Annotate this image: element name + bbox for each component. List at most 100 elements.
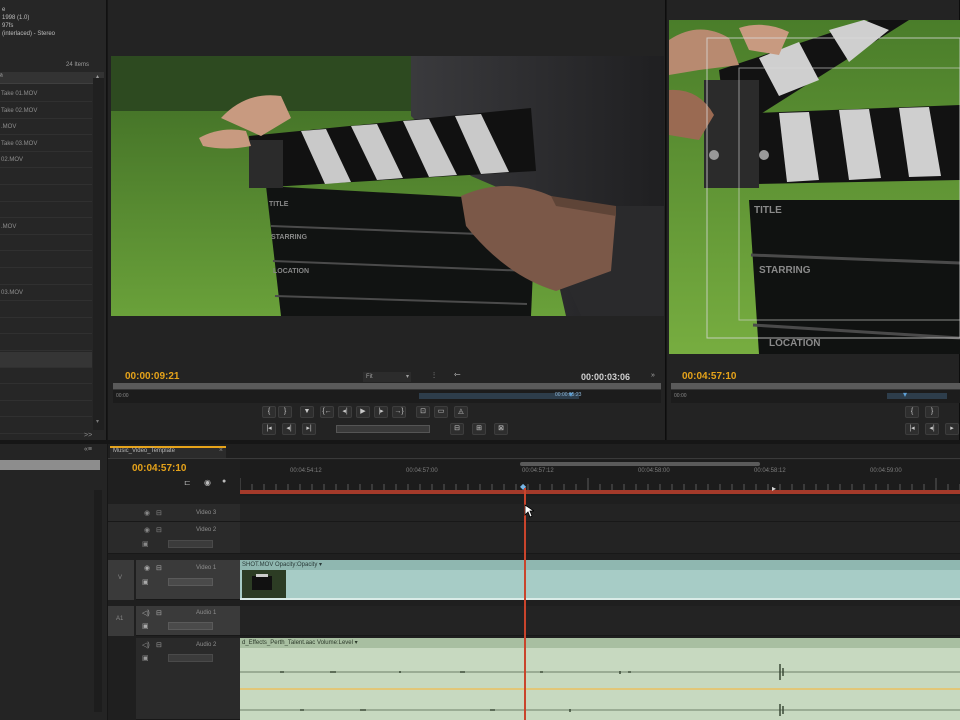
keyframe-nav[interactable] <box>168 540 213 548</box>
export-button[interactable]: ⊠ <box>494 423 508 435</box>
project-item[interactable] <box>0 318 92 335</box>
overwrite-button[interactable]: ⊞ <box>472 423 486 435</box>
step-forward-button[interactable]: |▸ <box>374 406 388 418</box>
program-timecode-current[interactable]: 00:04:57:10 <box>682 371 736 382</box>
project-item[interactable] <box>0 252 92 268</box>
timeline-timecode[interactable]: 00:04:57:10 <box>132 463 186 474</box>
project-item[interactable] <box>0 202 92 219</box>
safe-margins-button[interactable]: ▭ <box>434 406 448 418</box>
project-item[interactable] <box>0 418 92 434</box>
track-lane-video-2[interactable] <box>240 522 960 554</box>
project-item[interactable] <box>0 169 92 185</box>
speaker-icon[interactable]: ◁) <box>142 641 150 649</box>
panel-scrollbar[interactable] <box>94 490 102 712</box>
track-lane-audio-1[interactable] <box>240 606 960 636</box>
clip-audio-2[interactable]: d_Effects_Perth_Talent.aac Volume:Level … <box>240 638 960 720</box>
eye-icon[interactable]: ◉ <box>144 509 150 517</box>
mark-out-button[interactable]: } <box>925 406 939 418</box>
source-patch-a1[interactable]: A1 <box>108 606 134 636</box>
clip-header: d_Effects_Perth_Talent.aac Volume:Level … <box>240 638 960 648</box>
sync-lock-icon[interactable]: ⊟ <box>156 509 162 517</box>
timeline-ruler[interactable]: 00:04:54:12 00:04:57:00 00:04:57:12 00:04:5… <box>240 460 960 496</box>
jog-wheel[interactable] <box>336 425 430 433</box>
play-button[interactable]: ▶ <box>356 406 370 418</box>
project-item[interactable] <box>0 385 92 401</box>
lift-button[interactable]: |◂ <box>905 423 919 435</box>
go-to-out-button[interactable]: →} <box>392 406 406 418</box>
step-back-button[interactable]: ◂| <box>338 406 352 418</box>
in-out-range[interactable] <box>887 393 947 399</box>
eye-icon[interactable]: ◉ <box>144 564 150 572</box>
eye-icon[interactable]: ◉ <box>144 526 150 534</box>
project-item[interactable] <box>0 269 92 285</box>
panel-menu-icon[interactable]: «≡ <box>84 446 92 453</box>
add-marker-button[interactable]: ▼ <box>300 406 314 418</box>
tab-sequence[interactable]: Music_Video_Template × <box>110 446 226 458</box>
project-item[interactable]: Take 02.MOV <box>0 103 92 119</box>
source-fit-dropdown[interactable]: Fit ▾ <box>363 372 411 382</box>
project-item[interactable]: Take 03.MOV <box>0 136 92 152</box>
export-frame-button[interactable]: ◬ <box>454 406 468 418</box>
clip-video-1[interactable]: SHOT.MOV Opacity:Opacity ▾ <box>240 560 960 600</box>
opacity-line[interactable] <box>240 598 960 600</box>
keyframe-icon[interactable]: ▣ <box>142 578 149 586</box>
mark-out-button[interactable]: } <box>278 406 292 418</box>
project-item[interactable] <box>0 368 92 385</box>
project-item[interactable]: Take 01.MOV <box>0 86 92 102</box>
project-item[interactable]: .MOV <box>0 219 92 235</box>
playhead-marker-icon[interactable]: ▾ <box>903 390 907 399</box>
thumbnail-stripe <box>256 574 268 577</box>
play-in-to-out-button[interactable]: ◂| <box>282 423 296 435</box>
insert-button[interactable]: ⊟ <box>450 423 464 435</box>
playhead-marker-icon[interactable]: ▾ <box>569 390 573 399</box>
project-item[interactable]: 03.MOV <box>0 285 92 302</box>
settings-icon[interactable]: ⫶ <box>433 371 435 381</box>
close-icon[interactable]: × <box>219 447 223 454</box>
source-patch-v[interactable]: V <box>108 560 134 600</box>
project-item[interactable] <box>0 186 92 202</box>
snap-icon[interactable]: ⊏ <box>184 478 191 487</box>
project-scrollbar[interactable] <box>93 78 104 430</box>
keyframe-nav[interactable] <box>168 578 213 586</box>
drag-icon[interactable]: ⇽ <box>454 370 461 379</box>
source-timecode-current[interactable]: 00:00:09:21 <box>125 371 179 382</box>
keyframe-icon[interactable]: ▣ <box>142 622 149 630</box>
mark-in-button[interactable]: { <box>905 406 919 418</box>
panel-menu-icon[interactable]: » <box>651 372 655 379</box>
shuttle-left-button[interactable]: |◂ <box>262 423 276 435</box>
marker-icon[interactable]: ◉ <box>204 478 211 487</box>
panel-search-bar[interactable] <box>0 460 100 470</box>
playhead-line[interactable] <box>524 488 526 720</box>
project-item[interactable] <box>0 235 92 252</box>
keyframe-nav[interactable] <box>168 654 213 662</box>
program-time-ruler[interactable]: 00:00 ▾ <box>671 389 960 403</box>
keyframe-icon[interactable]: ▣ <box>142 654 149 662</box>
loop-button[interactable]: ⊡ <box>416 406 430 418</box>
sync-lock-icon[interactable]: ⊟ <box>156 564 162 572</box>
chevron-down-icon[interactable]: ▾ <box>96 418 99 425</box>
ruler-tick-label: 00:04:57:00 <box>406 468 438 474</box>
project-column-header[interactable]: ᵃ ▴ <box>0 72 104 84</box>
project-item[interactable] <box>0 302 92 318</box>
keyframe-icon[interactable]: ▣ <box>142 540 149 548</box>
keyframe-nav[interactable] <box>168 622 213 630</box>
sync-lock-icon[interactable]: ⊟ <box>156 526 162 534</box>
project-item[interactable] <box>0 351 92 368</box>
sync-lock-icon[interactable]: ⊟ <box>156 641 162 649</box>
source-time-ruler[interactable]: 00:00 00:00:05:23 ▾ <box>113 389 661 403</box>
track-lane-video-3[interactable] <box>240 504 960 522</box>
extract-button[interactable]: ◂| <box>925 423 939 435</box>
project-item[interactable]: 02.MOV <box>0 152 92 169</box>
project-item[interactable] <box>0 401 92 418</box>
link-icon[interactable]: ● <box>222 478 226 485</box>
work-area-bar[interactable] <box>520 462 760 466</box>
mark-in-button[interactable]: { <box>262 406 276 418</box>
go-to-in-button[interactable]: {← <box>320 406 334 418</box>
project-item[interactable]: .MOV <box>0 119 92 136</box>
project-item[interactable] <box>0 335 92 351</box>
shuttle-right-button[interactable]: ▸| <box>302 423 316 435</box>
step-forward-button[interactable]: ▸ <box>945 423 959 435</box>
sync-lock-icon[interactable]: ⊟ <box>156 609 162 617</box>
speaker-icon[interactable]: ◁) <box>142 609 150 617</box>
resize-grip-icon[interactable]: >> <box>84 432 92 439</box>
